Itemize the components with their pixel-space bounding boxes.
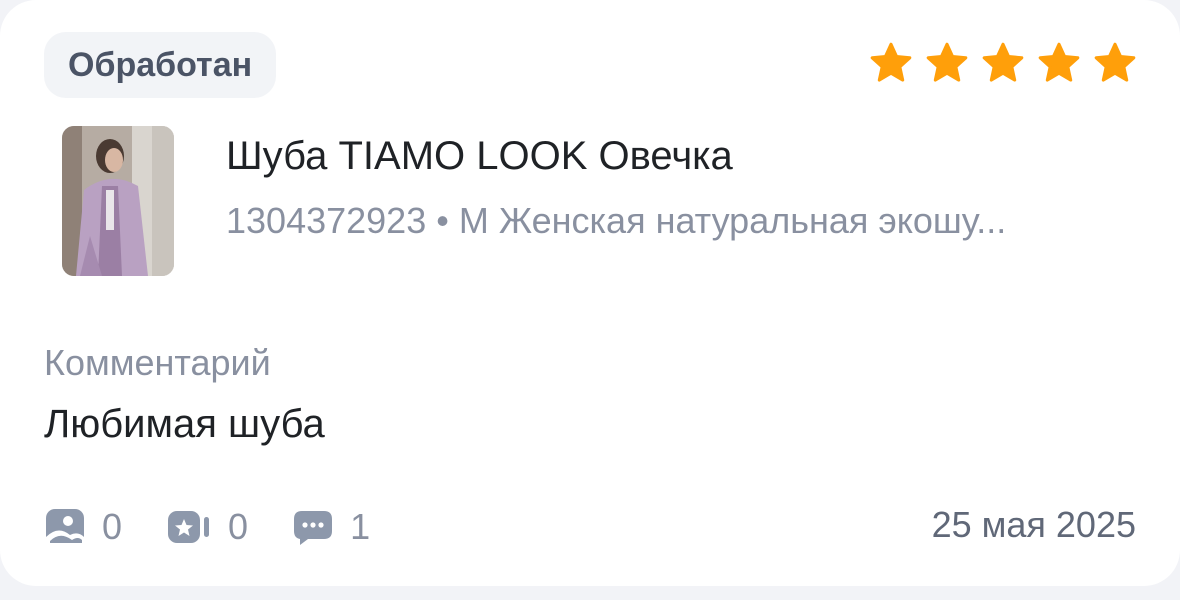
status-badge: Обработан bbox=[44, 32, 277, 98]
photos-stat: 0 bbox=[44, 506, 122, 548]
video-camera-icon bbox=[166, 507, 212, 547]
review-date: 25 мая 2025 bbox=[931, 504, 1136, 545]
rating-stars bbox=[868, 40, 1138, 86]
product-title[interactable]: Шуба TIAMO LOOK Овечка bbox=[226, 134, 733, 179]
star-icon bbox=[870, 42, 912, 82]
product-subtitle: 1304372923 • M Женская натуральная экошу… bbox=[226, 200, 1007, 241]
photo-icon bbox=[44, 507, 86, 547]
status-label: Обработан bbox=[68, 45, 253, 84]
star-icon bbox=[1094, 42, 1136, 82]
star-icon bbox=[926, 42, 968, 82]
review-stats: 0 0 1 bbox=[44, 504, 414, 550]
chat-bubble-icon bbox=[292, 507, 334, 547]
photos-count: 0 bbox=[102, 506, 123, 547]
review-card[interactable]: Обработан Шуба TIAMO LOOK Овечка 1304372… bbox=[0, 0, 1180, 586]
comment-label: Комментарий bbox=[44, 342, 271, 383]
star-icon bbox=[1038, 42, 1080, 82]
comment-text: Любимая шуба bbox=[44, 402, 325, 446]
videos-count: 0 bbox=[228, 506, 249, 547]
star-icon bbox=[982, 42, 1024, 82]
comments-stat: 1 bbox=[292, 506, 370, 548]
comments-count: 1 bbox=[350, 506, 371, 547]
videos-stat: 0 bbox=[166, 506, 248, 548]
product-thumbnail[interactable] bbox=[62, 126, 174, 276]
